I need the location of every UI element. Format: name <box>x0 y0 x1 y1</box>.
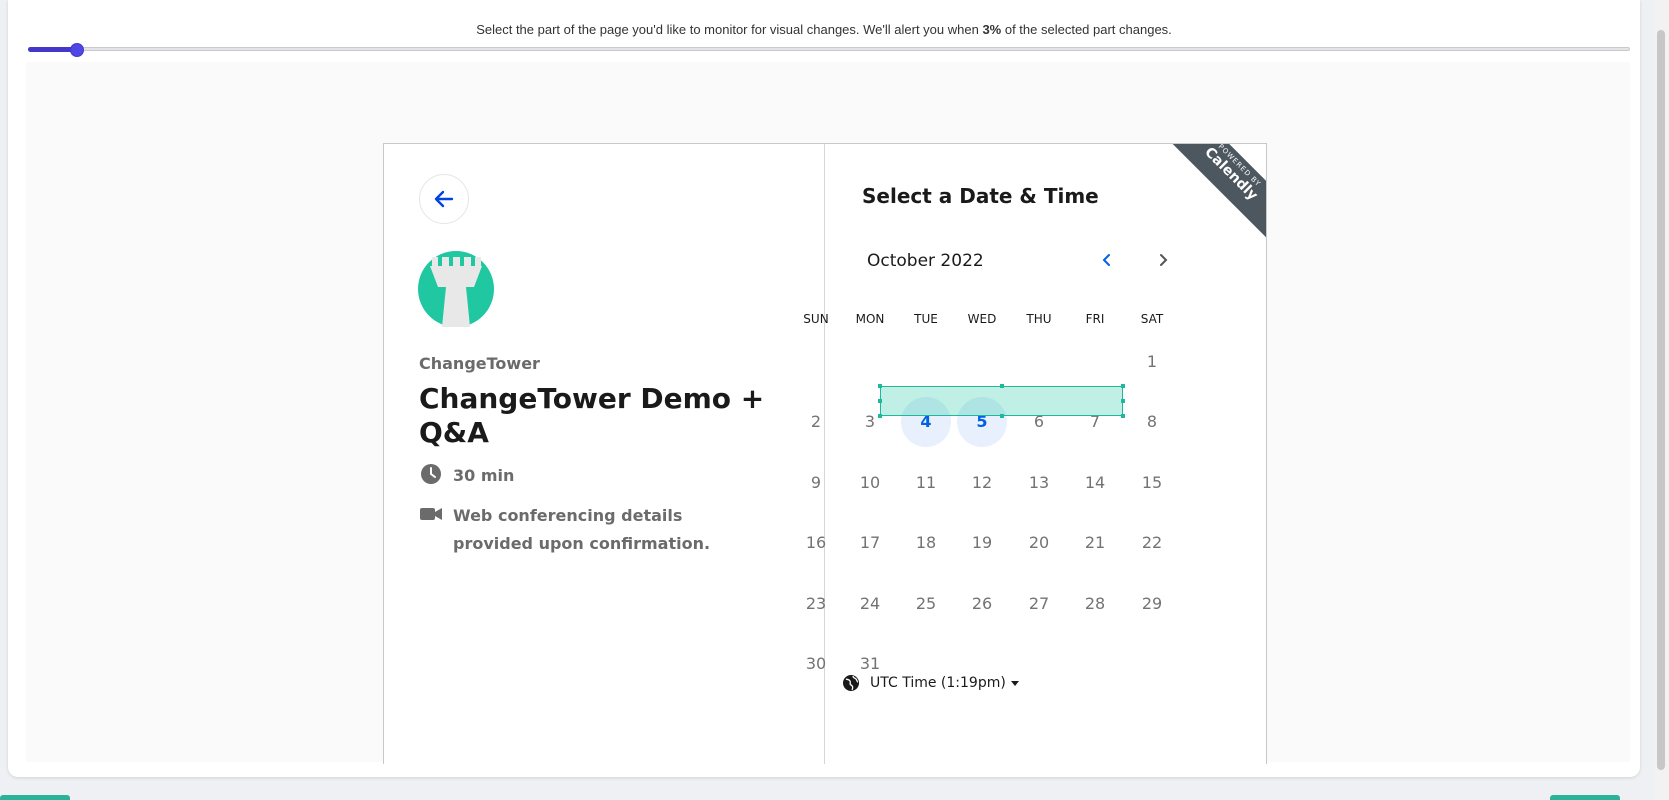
bottom-button-left[interactable] <box>0 795 70 800</box>
calendar-day: 27 <box>1028 594 1050 613</box>
ribbon-band: POWERED BY Calendly <box>1156 144 1266 249</box>
calendar-day: 17 <box>859 533 881 552</box>
scrollbar-thumb[interactable] <box>1657 30 1665 770</box>
instruction-text: Select the part of the page you'd like t… <box>8 22 1640 37</box>
prev-month-button[interactable] <box>1094 247 1120 273</box>
back-button[interactable] <box>419 174 469 224</box>
clock-icon <box>421 464 441 484</box>
calendar-day: 11 <box>915 473 937 492</box>
caret-down-icon <box>1010 681 1019 686</box>
calendar-day: 13 <box>1028 473 1050 492</box>
calendar-day: 23 <box>805 594 827 613</box>
threshold-slider-fill <box>28 47 77 52</box>
calendar-day: 18 <box>915 533 937 552</box>
instruction-before: Select the part of the page you'd like t… <box>476 22 983 37</box>
calendar-day: 29 <box>1141 594 1163 613</box>
calendar-heading: Select a Date & Time <box>862 184 1099 208</box>
weekday-fri: FRI <box>1085 312 1105 326</box>
calendar-day: 9 <box>810 473 822 492</box>
calendar-day: 2 <box>810 412 822 431</box>
threshold-slider-track[interactable] <box>28 47 1630 51</box>
calendar-day: 28 <box>1084 594 1106 613</box>
calendar-day: 14 <box>1084 473 1106 492</box>
chevron-left-icon <box>1102 254 1110 266</box>
threshold-slider-thumb[interactable] <box>70 43 85 57</box>
weekday-tue: TUE <box>914 312 938 326</box>
calendar-day: 16 <box>805 533 827 552</box>
calendar-day: 21 <box>1084 533 1106 552</box>
calendar-day: 19 <box>971 533 993 552</box>
calendar-day: 24 <box>859 594 881 613</box>
calendar-day: 1 <box>1146 352 1158 371</box>
selection-handle[interactable] <box>1121 414 1125 418</box>
weekday-wed: WED <box>967 312 997 326</box>
calendar-day: 22 <box>1141 533 1163 552</box>
calendar-day: 26 <box>971 594 993 613</box>
globe-icon <box>843 675 859 691</box>
weekday-thu: THU <box>1026 312 1052 326</box>
timezone-selector[interactable]: UTC Time (1:19pm) <box>842 674 1030 692</box>
video-camera-icon <box>420 508 442 520</box>
calendar-day: 20 <box>1028 533 1050 552</box>
powered-by-calendly-ribbon[interactable]: POWERED BY Calendly <box>1149 144 1266 261</box>
threshold-percent: 3% <box>982 22 1002 37</box>
ribbon-calendly: Calendly <box>1201 144 1261 204</box>
selection-handle[interactable] <box>1000 384 1004 388</box>
month-label: October 2022 <box>867 251 984 271</box>
calendly-booking-card[interactable]: ChangeTower ChangeTower Demo + Q&A 30 mi… <box>383 143 1267 764</box>
duration-text: 30 min <box>453 466 515 485</box>
selection-rectangle[interactable] <box>878 384 1125 418</box>
weekday-sun: SUN <box>803 312 829 326</box>
timezone-text: UTC Time (1:19pm) <box>870 675 1006 691</box>
calendar-day: 12 <box>971 473 993 492</box>
selection-handle[interactable] <box>878 414 882 418</box>
selection-handle[interactable] <box>878 384 882 388</box>
calendar-day: 10 <box>859 473 881 492</box>
instruction-after: of the selected part changes. <box>1001 22 1172 37</box>
bottom-button-right[interactable] <box>1550 795 1620 800</box>
selection-handle[interactable] <box>1121 384 1125 388</box>
calendar-day: 30 <box>805 654 827 673</box>
changetower-logo <box>418 251 494 327</box>
duration-detail: 30 min <box>419 462 514 490</box>
arrow-left-icon <box>434 190 454 208</box>
organizer-name: ChangeTower <box>419 354 540 373</box>
weekday-sat: SAT <box>1140 312 1164 326</box>
calendar-day: 25 <box>915 594 937 613</box>
conferencing-text: Web conferencing details provided upon c… <box>453 506 711 553</box>
selection-handle[interactable] <box>1121 399 1125 403</box>
conferencing-detail: Web conferencing details provided upon c… <box>419 502 759 558</box>
selection-handle[interactable] <box>878 399 882 403</box>
event-title: ChangeTower Demo + Q&A <box>419 382 765 449</box>
weekday-mon: MON <box>855 312 885 326</box>
calendar-day: 15 <box>1141 473 1163 492</box>
calendar-day: 8 <box>1146 412 1158 431</box>
selection-handle[interactable] <box>1000 414 1004 418</box>
